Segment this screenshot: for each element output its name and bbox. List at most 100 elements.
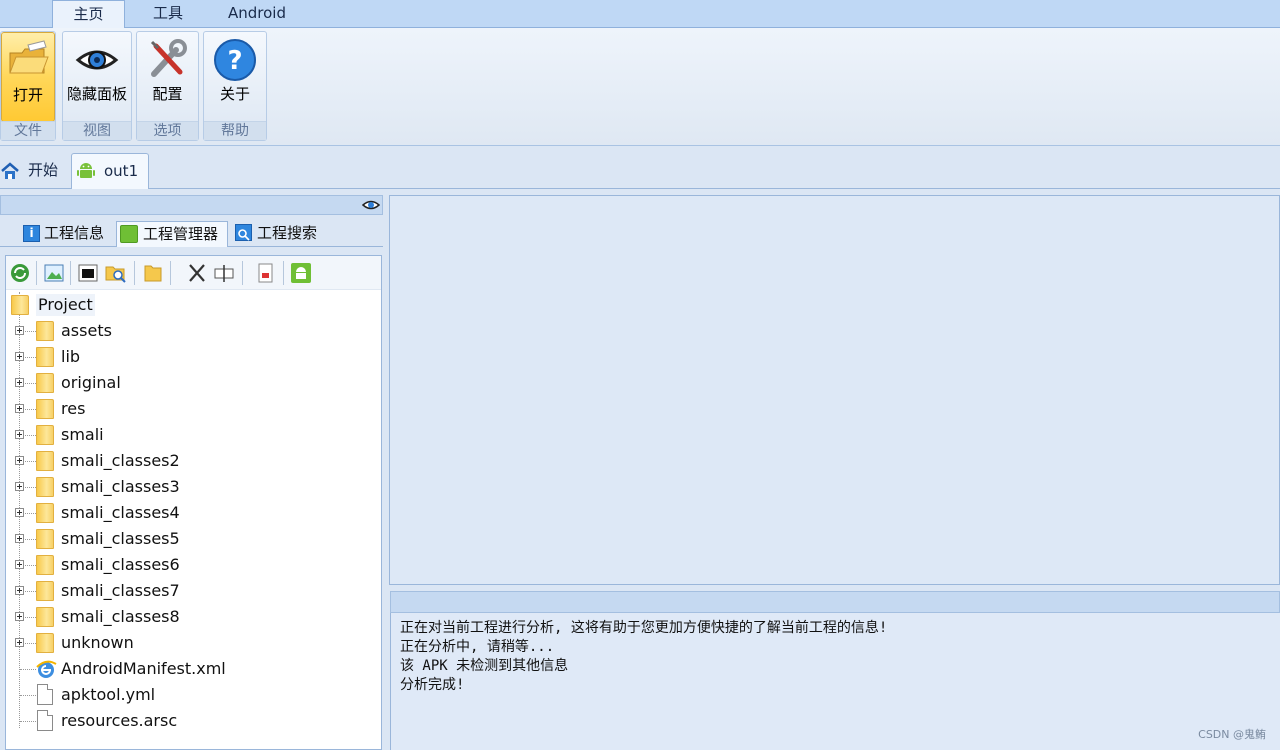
tab-home[interactable]: 主页 (52, 0, 125, 29)
tree-connector (25, 331, 36, 332)
tree-connector (25, 643, 36, 644)
pdf-icon[interactable] (254, 262, 276, 284)
refresh-icon[interactable] (9, 262, 31, 284)
tree-item[interactable]: smali_classes3 (6, 474, 381, 500)
tree-item-label: lib (61, 347, 81, 366)
tab-project-info-label: 工程信息 (44, 224, 105, 242)
tab-android[interactable]: Android (212, 0, 302, 28)
expand-icon[interactable] (15, 638, 24, 647)
expand-icon[interactable] (15, 612, 24, 621)
expand-icon[interactable] (15, 326, 24, 335)
folder-icon (36, 373, 54, 393)
tree-item-label: unknown (61, 633, 134, 652)
expand-icon[interactable] (15, 560, 24, 569)
tree-item[interactable]: lib (6, 344, 381, 370)
eye-toggle-icon[interactable] (362, 198, 380, 212)
toolbar-separator (134, 261, 135, 285)
tree-item[interactable]: smali_classes6 (6, 552, 381, 578)
tab-project-search[interactable]: 工程搜索 (232, 221, 324, 247)
tab-project-manager[interactable]: 工程管理器 (116, 221, 228, 247)
tree-item[interactable]: smali (6, 422, 381, 448)
tree-item[interactable]: smali_classes2 (6, 448, 381, 474)
tree-item[interactable]: unknown (6, 630, 381, 656)
tree-connector (25, 487, 36, 488)
folder-search-icon[interactable] (105, 262, 127, 284)
group-file: 打开 文件 (0, 31, 56, 141)
tree-root[interactable]: Project (6, 292, 381, 318)
expand-icon[interactable] (15, 404, 24, 413)
tab-project-manager-label: 工程管理器 (143, 225, 219, 243)
expand-icon[interactable] (15, 352, 24, 361)
tree-connector (25, 357, 36, 358)
tab-project-info[interactable]: i 工程信息 (20, 221, 112, 247)
expand-icon[interactable] (15, 482, 24, 491)
tab-tools[interactable]: 工具 (133, 0, 203, 28)
group-view: 隐藏面板 视图 (62, 31, 132, 141)
tree-item[interactable]: smali_classes7 (6, 578, 381, 604)
left-panel: i 工程信息 工程管理器 工程搜索 Project assets lib ori… (0, 193, 383, 750)
about-label: 关于 (219, 85, 250, 103)
tree-item-label: smali_classes2 (61, 451, 180, 470)
tab-out1[interactable]: out1 (71, 153, 149, 189)
expand-icon[interactable] (15, 378, 24, 387)
tree-item[interactable]: assets (6, 318, 381, 344)
config-label: 配置 (152, 85, 183, 103)
tree-item-label: resources.arsc (61, 711, 178, 730)
document-tabs: 开始 out1 (0, 147, 1280, 189)
tree-item-label: original (61, 373, 121, 392)
config-button[interactable]: 配置 (137, 32, 198, 122)
tree-item-label: smali_classes3 (61, 477, 180, 496)
tree-connector (25, 383, 36, 384)
ribbon-tab-strip: 主页 工具 Android (0, 0, 1280, 29)
expand-icon[interactable] (15, 456, 24, 465)
expand-icon[interactable] (15, 586, 24, 595)
expand-icon[interactable] (15, 534, 24, 543)
tree-item[interactable]: res (6, 396, 381, 422)
folder-icon (36, 607, 54, 627)
open-button[interactable]: 打开 (1, 32, 55, 122)
file-icon (37, 684, 53, 705)
log-line: 正在对当前工程进行分析, 这将有助于您更加方便快捷的了解当前工程的信息! (400, 620, 888, 636)
tree-item[interactable]: AndroidManifest.xml (6, 656, 381, 682)
ribbon: 打开 文件 隐藏面板 视图 配置 选项 ? 关于 帮助 (0, 28, 1280, 146)
tree-item[interactable]: resources.arsc (6, 708, 381, 734)
expand-icon[interactable] (15, 508, 24, 517)
tree-item-label: AndroidManifest.xml (61, 659, 226, 678)
folder-icon (36, 321, 54, 341)
folder-icon (36, 451, 54, 471)
tree-item-label: smali (61, 425, 104, 444)
tree-item[interactable]: smali_classes8 (6, 604, 381, 630)
tree-item[interactable]: apktool.yml (6, 682, 381, 708)
toolbar-separator (242, 261, 243, 285)
toolbar-separator (36, 261, 37, 285)
tree-connector (25, 617, 36, 618)
tree-connector (25, 513, 36, 514)
android-build-icon[interactable] (290, 262, 312, 284)
folder-icon (36, 581, 54, 601)
rename-icon[interactable] (213, 262, 235, 284)
editor-area (389, 195, 1280, 585)
image-icon[interactable] (43, 262, 65, 284)
expand-icon[interactable] (15, 430, 24, 439)
tree-root-label: Project (36, 294, 95, 316)
hide-panel-button[interactable]: 隐藏面板 (63, 32, 131, 122)
folder-icon[interactable] (142, 262, 164, 284)
cut-icon[interactable] (186, 262, 208, 284)
tree-connector (20, 669, 36, 670)
wrench-screwdriver-icon (146, 38, 190, 82)
tree-item[interactable]: smali_classes5 (6, 526, 381, 552)
tree-item-label: smali_classes5 (61, 529, 180, 548)
tree-connector (20, 695, 36, 696)
tab-start[interactable]: 开始 (0, 153, 68, 189)
android-manager-icon (120, 225, 138, 243)
tree-item[interactable]: original (6, 370, 381, 396)
tree-item-label: smali_classes7 (61, 581, 180, 600)
about-button[interactable]: ? 关于 (204, 32, 266, 122)
toolbar-separator (70, 261, 71, 285)
tree-item[interactable]: smali_classes4 (6, 500, 381, 526)
tree-connector (25, 565, 36, 566)
terminal-icon[interactable] (77, 262, 99, 284)
project-tree-panel: Project assets lib original res smali sm… (5, 255, 382, 750)
eye-icon (75, 38, 119, 82)
left-panel-header (0, 195, 383, 215)
